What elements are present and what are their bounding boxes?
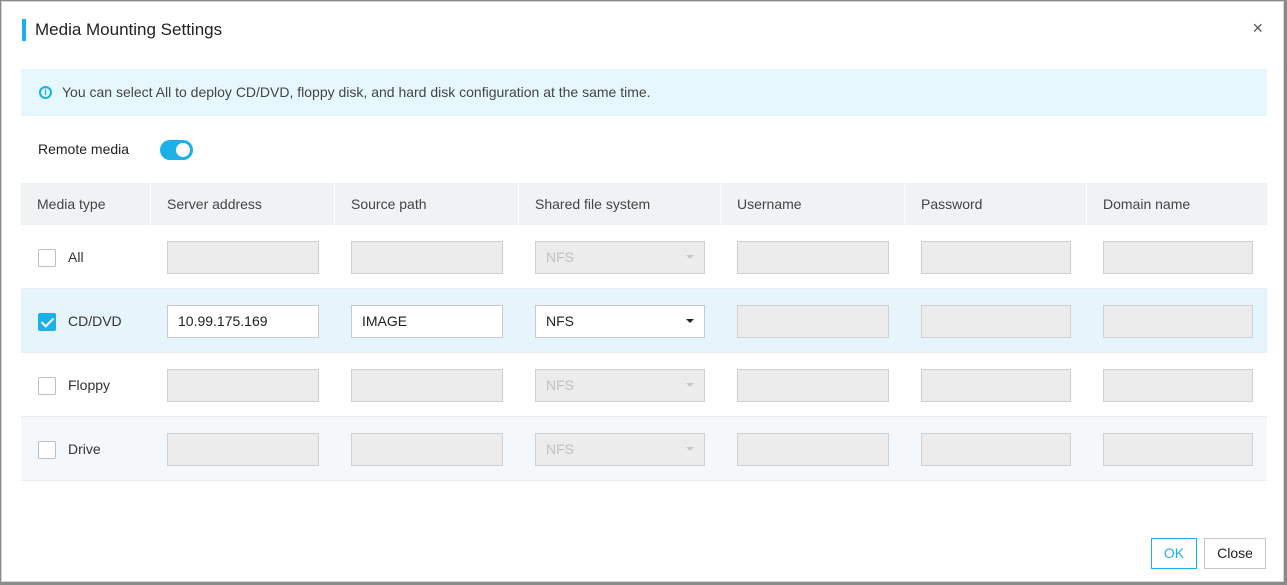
media-table: Media type Server address Source path Sh…: [21, 183, 1267, 481]
toggle-knob: [176, 143, 190, 157]
domain-name-input[interactable]: [1103, 369, 1253, 402]
dialog-title: Media Mounting Settings: [35, 20, 223, 39]
source-path-input[interactable]: [351, 241, 503, 274]
info-icon: i: [39, 86, 52, 99]
table-row-drive: Drive NFS: [21, 417, 1267, 481]
shared-fs-select[interactable]: NFS: [535, 305, 705, 338]
table-row-all: All NFS: [21, 225, 1267, 289]
table-row-floppy: Floppy NFS: [21, 353, 1267, 417]
shared-fs-select[interactable]: NFS: [535, 241, 705, 274]
server-address-input[interactable]: [167, 369, 319, 402]
info-text: You can select All to deploy CD/DVD, flo…: [62, 84, 651, 100]
shared-fs-value: NFS: [546, 249, 574, 265]
server-address-input[interactable]: [167, 433, 319, 466]
media-type-label: Floppy: [68, 377, 111, 393]
header-password: Password: [905, 183, 1087, 225]
title-accent-bar: [22, 19, 26, 41]
ok-button[interactable]: OK: [1151, 538, 1197, 569]
username-input[interactable]: [737, 305, 889, 338]
password-input[interactable]: [921, 433, 1071, 466]
checkbox-drive[interactable]: [38, 441, 56, 459]
shared-fs-value: NFS: [546, 377, 574, 393]
password-input[interactable]: [921, 305, 1071, 338]
server-address-input[interactable]: 10.99.175.169: [167, 305, 319, 338]
remote-media-label: Remote media: [38, 141, 130, 157]
table-row-cd-dvd: CD/DVD 10.99.175.169 IMAGE NFS: [21, 289, 1267, 353]
info-banner: i You can select All to deploy CD/DVD, f…: [21, 69, 1267, 116]
remote-media-toggle[interactable]: [160, 140, 193, 160]
shared-fs-select[interactable]: NFS: [535, 369, 705, 402]
domain-name-input[interactable]: [1103, 241, 1253, 274]
caret-down-icon: [686, 255, 694, 259]
table-header: Media type Server address Source path Sh…: [21, 183, 1267, 225]
shared-fs-value: NFS: [546, 441, 574, 457]
server-address-input[interactable]: [167, 241, 319, 274]
source-path-input[interactable]: [351, 369, 503, 402]
shared-fs-value: NFS: [546, 313, 574, 329]
media-type-label: Drive: [68, 441, 101, 457]
header-media-type: Media type: [21, 183, 151, 225]
header-shared-file-system: Shared file system: [519, 183, 721, 225]
password-input[interactable]: [921, 369, 1071, 402]
source-path-input[interactable]: [351, 433, 503, 466]
domain-name-input[interactable]: [1103, 433, 1253, 466]
close-icon[interactable]: ×: [1252, 18, 1263, 38]
password-input[interactable]: [921, 241, 1071, 274]
caret-down-icon: [686, 319, 694, 323]
header-server-address: Server address: [151, 183, 335, 225]
username-input[interactable]: [737, 241, 889, 274]
checkbox-all[interactable]: [38, 249, 56, 267]
media-type-label: All: [68, 249, 84, 265]
header-source-path: Source path: [335, 183, 519, 225]
username-input[interactable]: [737, 369, 889, 402]
media-type-label: CD/DVD: [68, 313, 122, 329]
shared-fs-select[interactable]: NFS: [535, 433, 705, 466]
username-input[interactable]: [737, 433, 889, 466]
media-mounting-dialog: Media Mounting Settings × i You can sele…: [1, 1, 1284, 582]
header-username: Username: [721, 183, 905, 225]
caret-down-icon: [686, 383, 694, 387]
checkbox-floppy[interactable]: [38, 377, 56, 395]
dialog-header: Media Mounting Settings ×: [2, 2, 1283, 58]
checkbox-cd-dvd[interactable]: [38, 313, 56, 331]
domain-name-input[interactable]: [1103, 305, 1253, 338]
caret-down-icon: [686, 447, 694, 451]
source-path-input[interactable]: IMAGE: [351, 305, 503, 338]
close-button[interactable]: Close: [1204, 538, 1266, 569]
header-domain-name: Domain name: [1103, 196, 1191, 212]
